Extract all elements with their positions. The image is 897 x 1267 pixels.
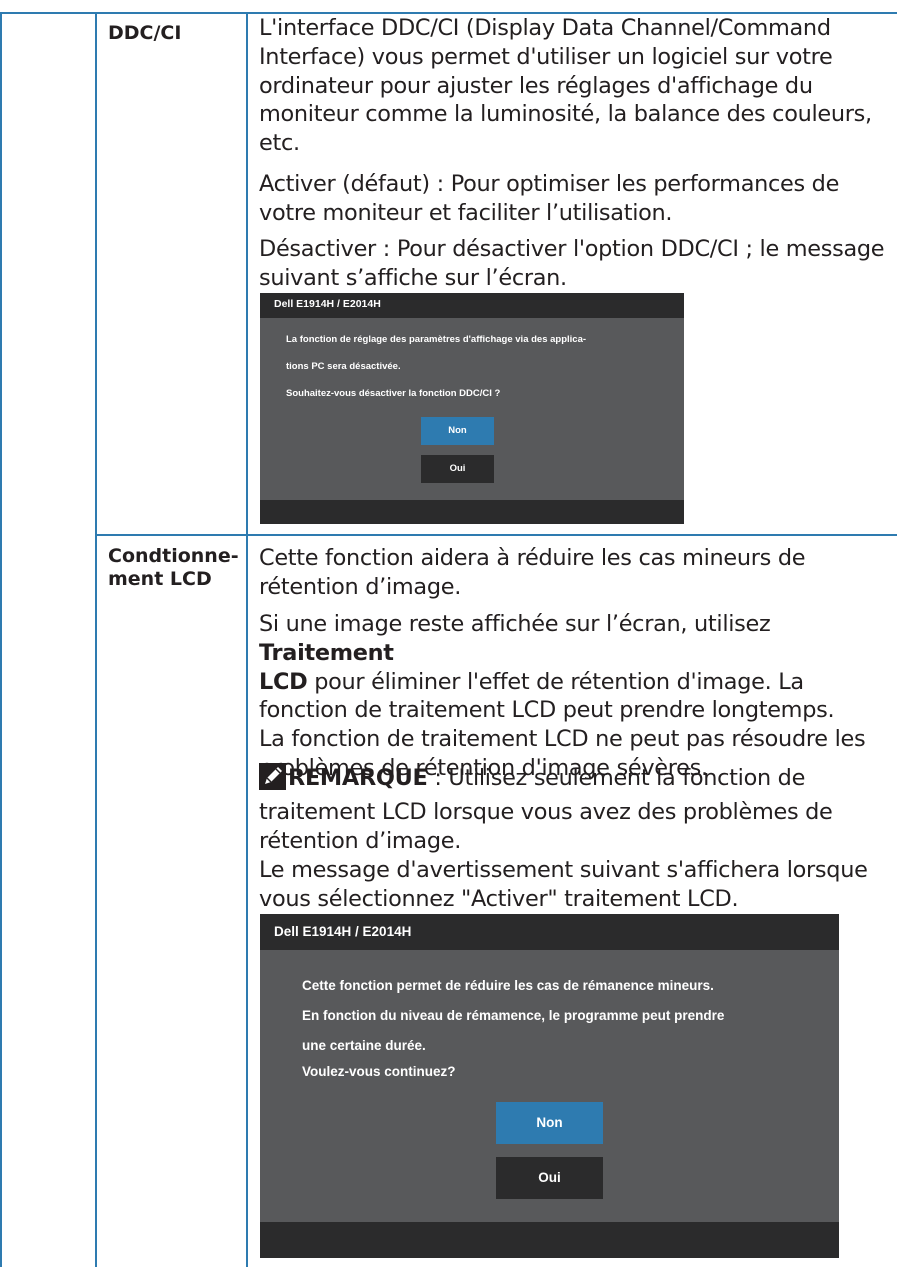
ddcci-disable-text: Désactiver : Pour désactiver l'option DD… <box>259 236 885 291</box>
table-left-rule <box>0 12 2 1267</box>
pencil-note-icon <box>259 763 286 798</box>
ddcci-description: L'interface DDC/CI (Display Data Channel… <box>259 15 872 157</box>
lcd-intro-text: Cette fonction aidera à réduire les cas … <box>259 545 806 600</box>
lcd-note-text: REMARQUE : Utilisez seulement la fonctio… <box>259 763 833 854</box>
lcd-usage-text: Si une image reste affichée sur l’écran,… <box>259 611 866 781</box>
osd-oui-button[interactable]: Oui <box>421 455 494 483</box>
osd-message-line: La fonction de réglage des paramètres d'… <box>286 334 587 345</box>
osd-non-button[interactable]: Non <box>496 1102 603 1144</box>
osd-message-line: En fonction du niveau de rémamence, le p… <box>302 1008 725 1023</box>
osd-title-bar: Dell E1914H / E2014H <box>260 293 684 318</box>
osd-message-line: Cette fonction permet de réduire les cas… <box>302 978 714 993</box>
osd-oui-button[interactable]: Oui <box>496 1157 603 1199</box>
lcd-osd-dialog: Dell E1914H / E2014H Cette fonction perm… <box>260 914 839 1258</box>
osd-title: Dell E1914H / E2014H <box>274 924 412 939</box>
osd-footer-bar <box>260 1222 839 1258</box>
table-col1-rule <box>95 12 97 1267</box>
ddcci-enable-text: Activer (défaut) : Pour optimiser les pe… <box>259 171 840 226</box>
table-col2-rule <box>246 12 248 1267</box>
osd-message-line: Souhaitez-vous désactiver la fonction DD… <box>286 388 501 399</box>
osd-message-line: Voulez-vous continuez? <box>302 1064 456 1079</box>
note-label: REMARQUE <box>288 765 428 791</box>
osd-title: Dell E1914H / E2014H <box>274 298 381 310</box>
osd-footer-bar <box>260 500 684 524</box>
row-label-lcd-conditioning: Condtionne- ment LCD <box>108 545 239 590</box>
osd-title-bar: Dell E1914H / E2014H <box>260 914 839 950</box>
row-label-ddcci: DDC/CI <box>108 22 182 44</box>
osd-message-line: une certaine durée. <box>302 1038 426 1053</box>
ddcci-osd-dialog: Dell E1914H / E2014H La fonction de régl… <box>260 293 684 524</box>
lcd-warning-intro: Le message d'avertissement suivant s'aff… <box>259 857 868 912</box>
table-row-divider <box>95 534 897 536</box>
osd-message-line: tions PC sera désactivée. <box>286 361 401 372</box>
osd-non-button[interactable]: Non <box>421 417 494 445</box>
